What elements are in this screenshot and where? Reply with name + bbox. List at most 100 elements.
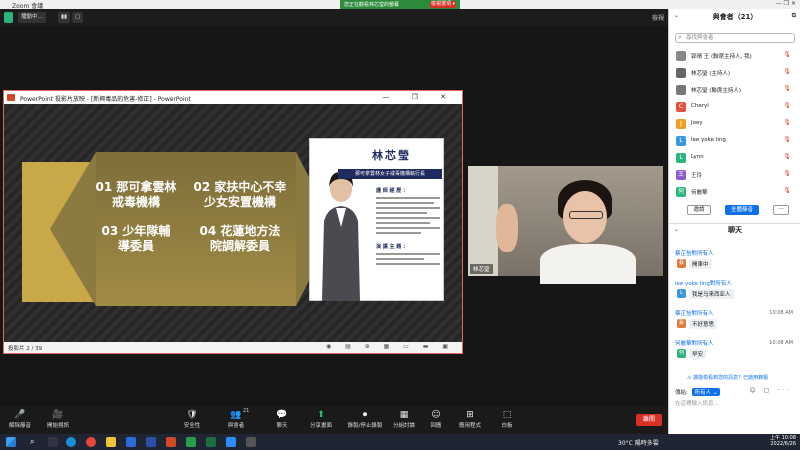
chrome-icon[interactable] — [86, 437, 96, 447]
start-video-button[interactable]: 🎥 開始視訊 — [40, 409, 76, 429]
security-button[interactable]: 🛡 安全性 — [174, 409, 210, 429]
whiteboard-button[interactable]: ⬚ 白板 — [489, 409, 525, 429]
task-view-icon[interactable] — [48, 437, 58, 447]
participant-name: 郭晴 王 (聯席主持人, 我) — [691, 54, 752, 60]
apps-button[interactable]: ⊞ 應用程式 — [452, 409, 488, 429]
participant-item[interactable]: L Lynn 🎙 — [675, 152, 799, 164]
record-button[interactable]: ⏺ 錄製/停止錄製 — [343, 409, 387, 429]
muted-mic-icon[interactable]: 🎙 — [783, 85, 793, 92]
muted-mic-icon[interactable]: 🎙 — [783, 119, 793, 126]
muted-mic-icon[interactable]: 🎙 — [783, 136, 793, 143]
unmute-button[interactable]: 🎤 解除靜音 — [2, 409, 38, 429]
participant-item[interactable]: C Cheryl 🎙 — [675, 101, 799, 113]
muted-mic-icon[interactable]: 🎙 — [783, 153, 793, 160]
topic-lines — [376, 253, 440, 268]
participant-avatar — [676, 51, 686, 61]
meeting-toolbar: 🎤 解除靜音 🎥 開始視訊 🛡 安全性 👥 與會者 21 💬 聊天 ⬆ 分享畫面 ⏺ 錄製/停… — [0, 406, 668, 434]
apps-label: 應用程式 — [458, 423, 481, 429]
share-screen-button[interactable]: ⬆ 分享畫面 — [303, 409, 339, 429]
speaker-name: 林芯瑩 — [372, 149, 411, 162]
breakout-button[interactable]: ▦ 分組討論 — [386, 409, 422, 429]
photoshop-icon[interactable] — [146, 437, 156, 447]
system-clock[interactable]: 上午 10:08 2022/6/26 — [770, 435, 796, 447]
weather-widget[interactable]: 30°C 陽時多雲 — [618, 438, 659, 447]
chat-notice[interactable]: ⚠ 誰能檢看到您的訊息？已啟用錄製 — [687, 374, 768, 381]
speaker-photo — [322, 171, 360, 301]
video-curtain — [468, 166, 498, 276]
ppt-titlebar: PowerPoint 投影片放映 - [新興毒品的危害-修正] - PowerP… — [4, 91, 462, 104]
slide-item-1: 01 那可拿雲林 戒毒機構 — [95, 180, 177, 209]
camera-icon: 🎥 — [52, 410, 64, 420]
participant-item[interactable]: 王王玲 🎙 — [675, 169, 799, 181]
slide-counter: 投影片 2 / 39 — [8, 346, 43, 352]
line-icon[interactable] — [186, 437, 196, 447]
zoom-icon[interactable] — [226, 437, 236, 447]
reactions-button[interactable]: ☺ 回應 — [418, 409, 454, 429]
participant-avatar — [676, 85, 686, 95]
invite-button[interactable]: 邀請 — [687, 205, 711, 215]
window-chip[interactable]: ▢ — [72, 12, 84, 23]
speaker-card: 林芯瑩 那可拿雲林女子戒毒機構執行長 護 師 經 歷 ： 演 講 主 題 ： — [309, 138, 444, 301]
chat-collapse-icon[interactable]: ⌄ — [674, 224, 679, 236]
file-explorer-icon[interactable] — [106, 437, 116, 447]
shield-icon[interactable] — [4, 12, 13, 23]
chat-tools[interactable]: ☺ ▢ ··· — [750, 387, 792, 394]
speaker-chip[interactable]: 播動中... — [18, 12, 46, 23]
record-label: 錄製/停止錄製 — [347, 423, 383, 429]
search-icon[interactable]: ⌕ — [30, 437, 34, 447]
participant-item[interactable]: 何何麗華 🎙 — [675, 186, 799, 198]
ppt-view-icons[interactable]: ◉ ▤ ⊕ ▦ ▭ ▬ ▣ — [326, 343, 454, 350]
message-sender: 蔡芷怡對所有人 — [675, 251, 714, 257]
chat-input[interactable]: 在這裡輸入訊息... — [675, 399, 719, 407]
message-text: 不好意思 — [689, 319, 718, 329]
more-button[interactable]: ··· — [773, 205, 789, 215]
excel-icon[interactable] — [206, 437, 216, 447]
participant-item[interactable]: Llee yoke ling 🎙 — [675, 135, 799, 147]
chat-message: 蔡芷怡對所有人蔡不好意思 10:08 AM — [675, 309, 799, 330]
app-icon[interactable] — [246, 437, 256, 447]
powerpoint-icon[interactable] — [166, 437, 176, 447]
record-icon: ⏺ — [362, 410, 368, 420]
popout-icon[interactable]: ⧉ — [792, 12, 796, 20]
participant-avatar: C — [676, 102, 686, 112]
participant-name: 林芯瑩 (主持人) — [691, 71, 731, 77]
word-icon[interactable] — [126, 437, 136, 447]
mute-all-button[interactable]: 全體靜音 — [725, 205, 759, 215]
window-controls[interactable]: — ❐ ✕ — [776, 0, 796, 7]
chat-button[interactable]: 💬 聊天 — [264, 409, 300, 429]
send-to-select[interactable]: 所有人 ⌄ — [691, 388, 721, 396]
muted-mic-icon[interactable]: 🎙 — [783, 187, 793, 194]
security-label: 安全性 — [183, 423, 201, 429]
message-avatar: 何 — [677, 349, 686, 358]
participant-item[interactable]: 林芯瑩 (主持人) 🎙 — [675, 67, 799, 79]
participant-name: 何麗華 — [691, 190, 708, 196]
video-person-glasses — [569, 211, 603, 219]
speaker-video-tile[interactable]: 林芯瑩 — [468, 166, 663, 284]
collapse-icon[interactable]: ⌄ — [674, 12, 679, 19]
message-time: 10:08 AM — [769, 310, 793, 316]
view-options-button[interactable]: 檢視選項 ▾ — [430, 1, 456, 8]
muted-mic-icon[interactable]: 🎙 — [783, 51, 793, 58]
chat-label: 聊天 — [276, 423, 288, 429]
muted-mic-icon[interactable]: 🎙 — [783, 102, 793, 109]
participant-item[interactable]: 郭晴 王 (聯席主持人, 我) 🎙 — [675, 50, 799, 62]
participant-name: 林芯瑩 (聯席主持人) — [691, 88, 742, 94]
pause-chip[interactable]: ▮▮ — [58, 12, 71, 23]
ppt-window-controls[interactable]: — ❐ ✕ — [382, 93, 456, 101]
participant-item[interactable]: J Joey 🎙 — [675, 118, 799, 130]
send-to: 傳給: 所有人 ⌄ — [675, 388, 721, 396]
participant-avatar: J — [676, 119, 686, 129]
windows-start-icon[interactable] — [6, 437, 16, 447]
message-sender: lee yoke ling對所有人 — [675, 281, 732, 287]
participant-search-input[interactable]: 尋找與會者 — [675, 33, 795, 43]
edge-icon[interactable] — [66, 437, 76, 447]
muted-mic-icon[interactable]: 🎙 — [783, 170, 793, 177]
slide-item-2: 02 家扶中心不幸 少女安置機構 — [193, 180, 287, 209]
participant-actions: 邀請 全體靜音 ··· — [677, 205, 795, 217]
view-label[interactable]: 檢視 — [652, 13, 664, 22]
video-name-label: 林芯瑩 — [470, 264, 493, 274]
leave-button[interactable]: 離開 — [636, 414, 662, 426]
participant-item[interactable]: 林芯瑩 (聯席主持人) 🎙 — [675, 84, 799, 96]
ppt-statusbar: 投影片 2 / 39 ◉ ▤ ⊕ ▦ ▭ ▬ ▣ — [4, 342, 462, 353]
muted-mic-icon[interactable]: 🎙 — [783, 68, 793, 75]
